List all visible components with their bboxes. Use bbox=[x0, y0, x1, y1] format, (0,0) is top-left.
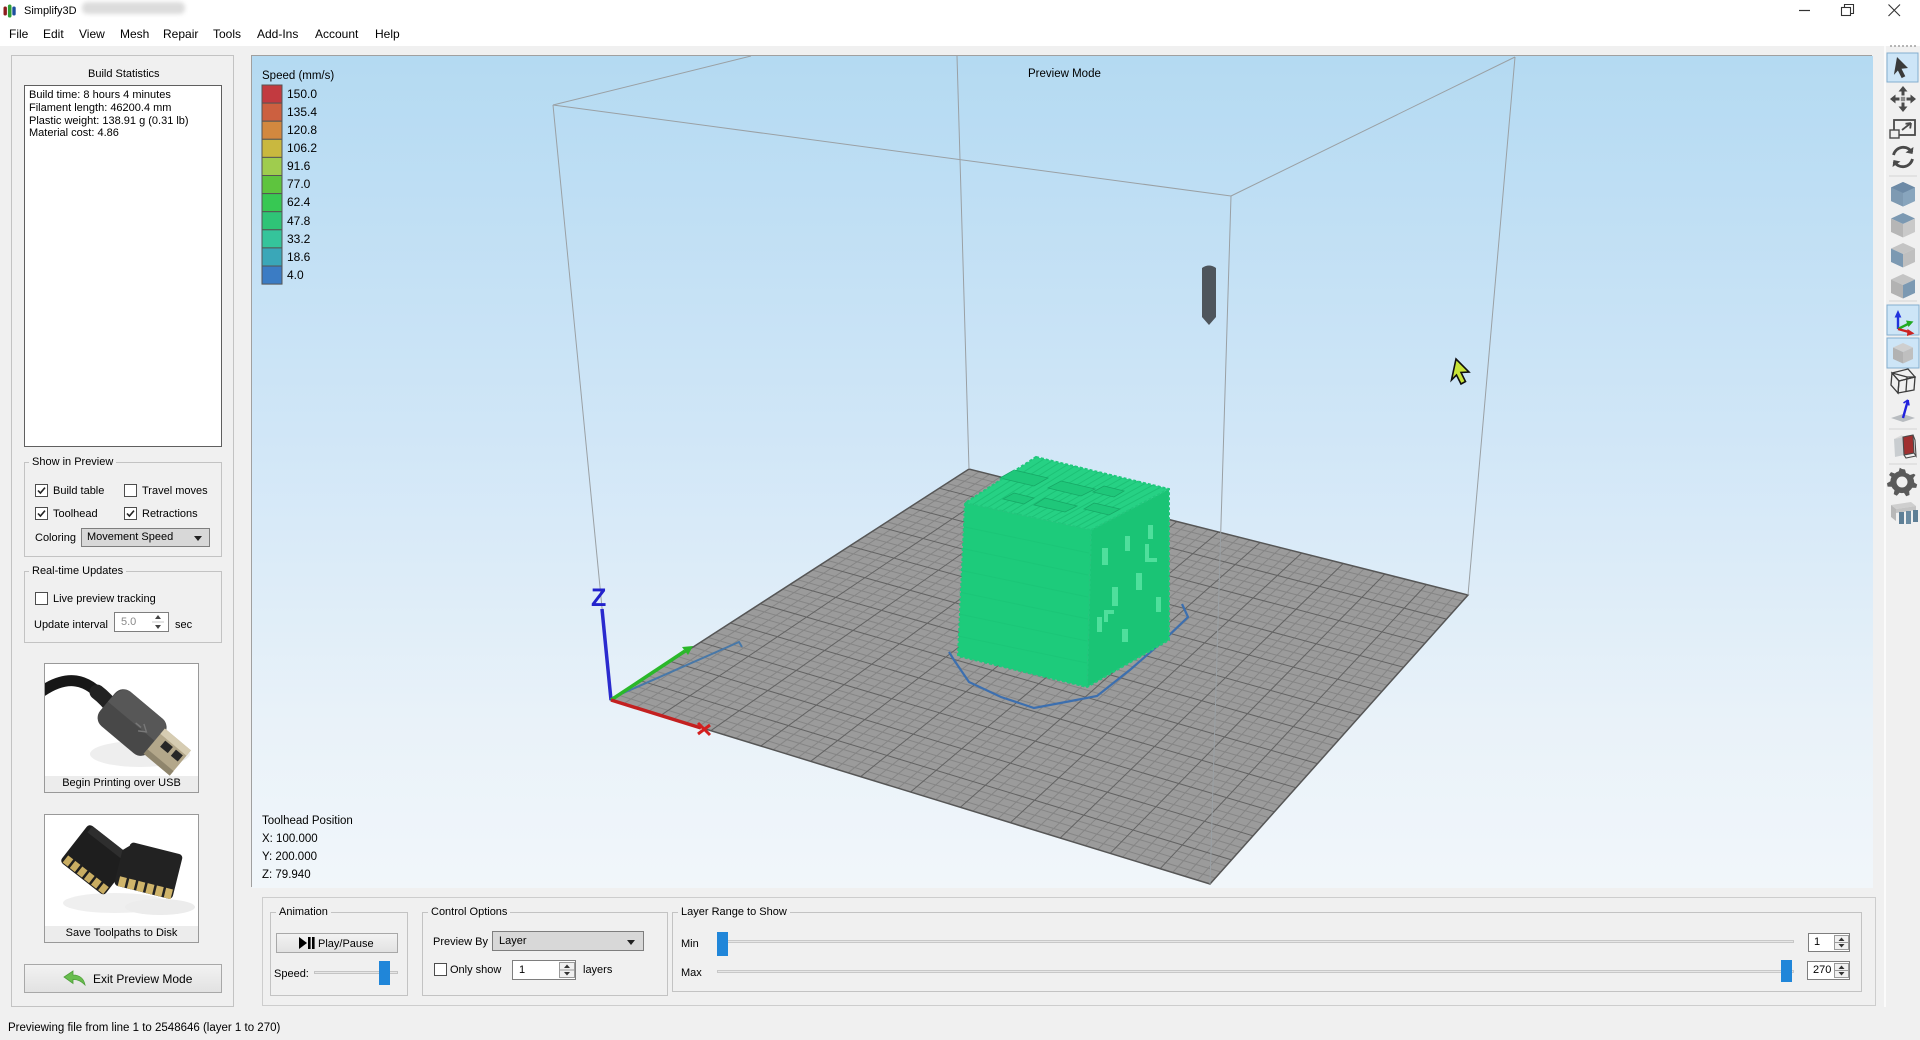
svg-text:62.4: 62.4 bbox=[287, 195, 311, 209]
svg-text:33.2: 33.2 bbox=[287, 232, 311, 246]
svg-text:47.8: 47.8 bbox=[287, 214, 311, 228]
svg-text:Preview Mode: Preview Mode bbox=[1028, 68, 1101, 80]
svg-text:120.8: 120.8 bbox=[287, 123, 317, 137]
svg-text:Toolhead Position: Toolhead Position bbox=[262, 815, 353, 827]
svg-text:Speed (mm/s): Speed (mm/s) bbox=[262, 70, 334, 82]
svg-text:77.0: 77.0 bbox=[287, 177, 311, 191]
svg-text:135.4: 135.4 bbox=[287, 105, 317, 119]
svg-text:4.0: 4.0 bbox=[287, 268, 304, 282]
svg-text:Z: Z bbox=[591, 584, 606, 612]
svg-text:Y: 200.000: Y: 200.000 bbox=[262, 851, 317, 863]
svg-text:Z: 79.940: Z: 79.940 bbox=[262, 869, 311, 881]
svg-text:150.0: 150.0 bbox=[287, 87, 317, 101]
svg-text:18.6: 18.6 bbox=[287, 250, 311, 264]
svg-text:X: 100.000: X: 100.000 bbox=[262, 833, 318, 845]
svg-text:106.2: 106.2 bbox=[287, 141, 317, 155]
svg-text:91.6: 91.6 bbox=[287, 159, 311, 173]
